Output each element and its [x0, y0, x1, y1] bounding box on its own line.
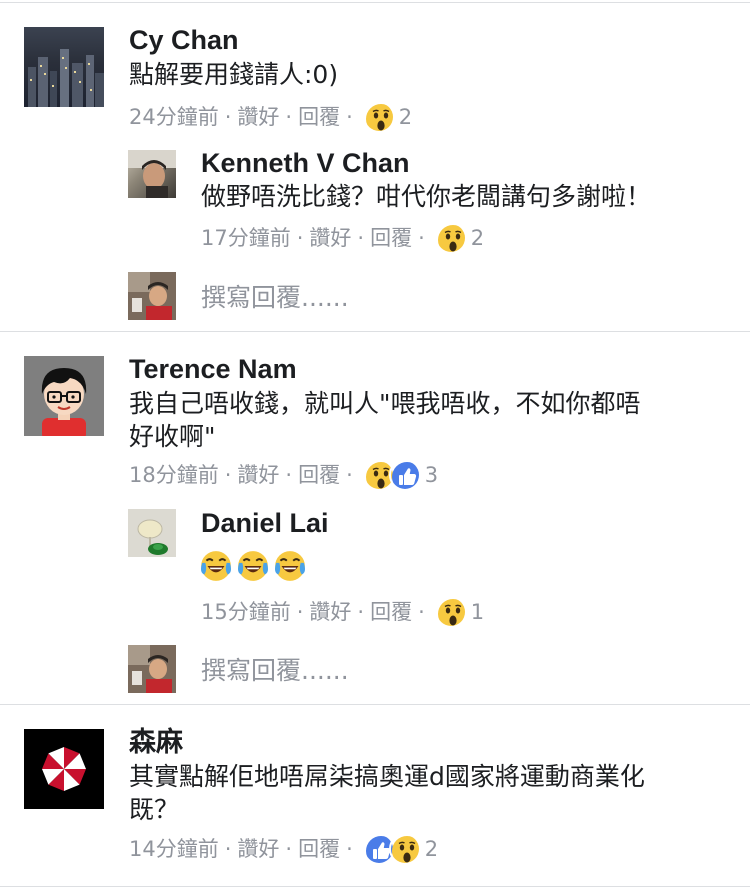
like-link[interactable]: 讚好 — [237, 834, 279, 864]
separator — [0, 2, 750, 3]
reply-link[interactable]: 回覆 — [298, 460, 340, 490]
tears-of-joy-emoji — [200, 550, 232, 582]
reply-meta: 15分鐘前 · 讚好 · 回覆 · 1 — [201, 596, 484, 628]
timestamp[interactable]: 18分鐘前 — [129, 460, 219, 490]
wine-glass-photo — [128, 509, 176, 557]
wow-icon — [434, 596, 467, 628]
wow-icon — [434, 222, 467, 254]
umbrella-logo-icon — [24, 729, 104, 809]
avatar-cy-chan[interactable] — [24, 27, 104, 107]
like-link[interactable]: 讚好 — [309, 223, 351, 253]
reply-link[interactable]: 回覆 — [370, 597, 412, 627]
reaction-count: 3 — [424, 463, 439, 487]
like-link[interactable]: 讚好 — [309, 597, 351, 627]
person-photo — [128, 150, 176, 198]
write-reply-input[interactable]: 撰寫回覆...... — [201, 655, 349, 687]
comment-text-line-1: 其實點解佢地唔屌柒搞奧運d國家將運動商業化 — [129, 762, 645, 791]
reaction-count: 2 — [424, 837, 439, 861]
write-reply-input[interactable]: 撰寫回覆...... — [201, 282, 349, 314]
reactions-summary[interactable]: 2 — [362, 833, 439, 865]
wow-icon — [362, 101, 395, 133]
reactions-summary[interactable]: 3 — [362, 459, 439, 491]
avatar-daniel-lai[interactable] — [128, 509, 176, 557]
separator — [0, 886, 750, 887]
comment-text-line-1: 我自己唔收錢，就叫人"喂我唔收，不如你都唔 — [129, 389, 641, 418]
timestamp[interactable]: 15分鐘前 — [201, 597, 291, 627]
separator — [0, 331, 750, 332]
timestamp[interactable]: 17分鐘前 — [201, 223, 291, 253]
reaction-count: 2 — [398, 105, 413, 129]
avatar-current-user — [128, 645, 176, 693]
reply-link[interactable]: 回覆 — [370, 223, 412, 253]
reaction-count: 1 — [470, 600, 485, 624]
reactions-summary[interactable]: 2 — [362, 101, 413, 133]
comment-meta: 24分鐘前 · 讚好 · 回覆 · 2 — [129, 101, 412, 133]
comment-text-line-2: 好收啊" — [129, 422, 216, 451]
tears-of-joy-emoji — [237, 550, 269, 582]
comment-author[interactable]: 森麻 — [129, 726, 183, 758]
comment-meta: 14分鐘前 · 讚好 · 回覆 · 2 — [129, 833, 438, 865]
cartoon-boy-avatar — [24, 356, 104, 436]
reply-meta: 17分鐘前 · 讚好 · 回覆 · 2 — [201, 222, 484, 254]
timestamp[interactable]: 14分鐘前 — [129, 834, 219, 864]
avatar-kenneth-v-chan[interactable] — [128, 150, 176, 198]
current-user-photo — [128, 645, 176, 693]
reactions-summary[interactable]: 2 — [434, 222, 485, 254]
comment-author[interactable]: Terence Nam — [129, 353, 297, 385]
avatar-current-user — [128, 272, 176, 320]
reply-link[interactable]: 回覆 — [298, 834, 340, 864]
timestamp[interactable]: 24分鐘前 — [129, 102, 219, 132]
tears-of-joy-emoji — [274, 550, 306, 582]
like-link[interactable]: 讚好 — [237, 102, 279, 132]
comment-meta: 18分鐘前 · 讚好 · 回覆 · 3 — [129, 459, 438, 491]
city-night-photo — [28, 49, 104, 107]
comment-text: 點解要用錢請人:0) — [129, 60, 339, 89]
reply-author[interactable]: Kenneth V Chan — [201, 147, 410, 179]
wow-icon — [388, 833, 421, 865]
comment-text-line-2: 既？ — [129, 795, 180, 824]
current-user-photo — [128, 272, 176, 320]
avatar-terence-nam[interactable] — [24, 356, 104, 436]
reply-text: 做野唔洗比錢？咁代你老闆講句多謝啦！ — [201, 182, 652, 211]
avatar-sum-ma[interactable] — [24, 729, 104, 809]
reactions-summary[interactable]: 1 — [434, 596, 485, 628]
like-icon — [388, 459, 421, 491]
comment-author[interactable]: Cy Chan — [129, 24, 239, 56]
reply-link[interactable]: 回覆 — [298, 102, 340, 132]
separator — [0, 704, 750, 705]
like-link[interactable]: 讚好 — [237, 460, 279, 490]
reaction-count: 2 — [470, 226, 485, 250]
reply-author[interactable]: Daniel Lai — [201, 507, 329, 539]
reply-emoji-text — [199, 549, 307, 583]
